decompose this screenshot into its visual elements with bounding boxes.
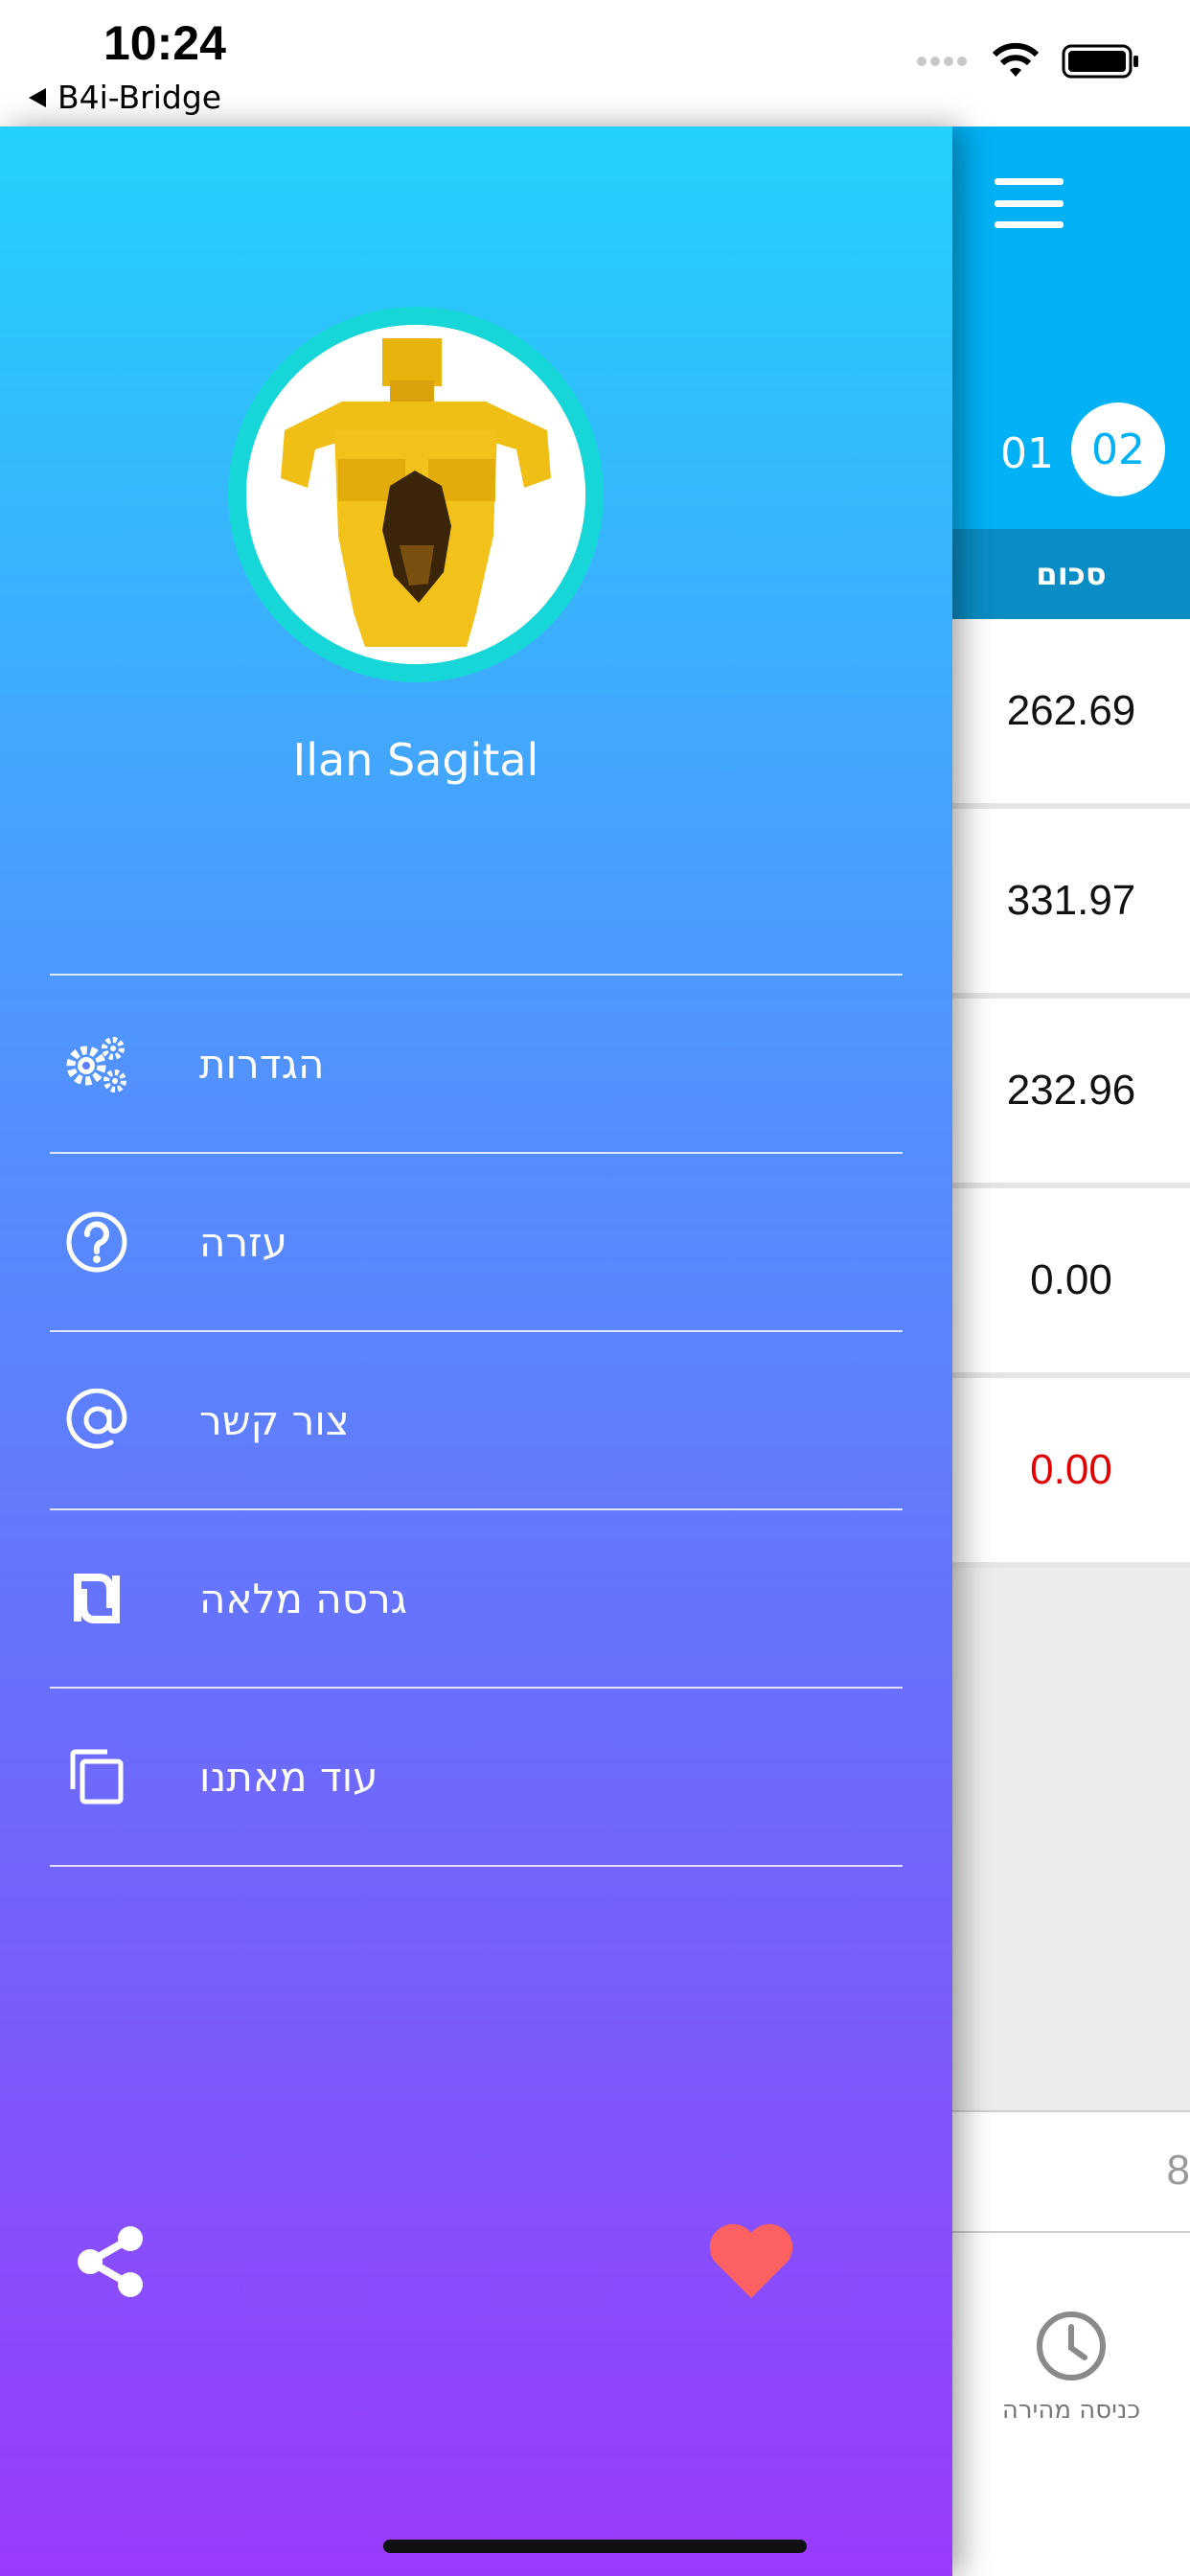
- avatar-ring: [228, 307, 604, 682]
- share-button[interactable]: [73, 2223, 149, 2300]
- at-sign-icon: [63, 1387, 130, 1454]
- clock-icon: [1037, 2312, 1106, 2380]
- month-tab-02-selected[interactable]: 02: [1071, 402, 1165, 496]
- list-item[interactable]: 0.00: [952, 1188, 1190, 1378]
- settings-gears-icon: [63, 1030, 130, 1097]
- back-to-app-link[interactable]: B4i-Bridge: [29, 79, 221, 116]
- amount-column-header: סכום: [952, 529, 1190, 619]
- share-icon: [78, 2226, 143, 2297]
- bottom-tab-bar: כניסה מהירה: [952, 2233, 1190, 2576]
- main-screen: 01 02 סכום 262.69 331.97 232.96 0.00 0.0…: [952, 126, 1190, 2576]
- list-item[interactable]: 331.97: [952, 809, 1190, 999]
- wifi-icon: [992, 42, 1040, 77]
- menu-item-contact[interactable]: צור קשר: [50, 1332, 903, 1510]
- menu-item-label: הגדרות: [199, 1040, 325, 1088]
- list-item[interactable]: 262.69: [952, 619, 1190, 809]
- hamburger-menu-icon[interactable]: [995, 178, 1064, 228]
- menu-item-settings[interactable]: הגדרות: [50, 976, 903, 1154]
- back-arrow-icon: [29, 87, 46, 107]
- list-item-total[interactable]: 0.00: [952, 1378, 1190, 1568]
- quick-entry-button[interactable]: כניסה מהירה: [952, 2310, 1190, 2425]
- menu-item-label: גרסה מלאה: [199, 1575, 407, 1622]
- amount-input-text: 8: [1166, 2147, 1190, 2194]
- menu-item-label: עזרה: [199, 1218, 287, 1266]
- side-drawer: Ilan Sagital הגדרות עזרה צור קשר גרסה מל…: [0, 126, 952, 2576]
- status-time: 10:24: [103, 16, 226, 70]
- status-icons: [916, 42, 1190, 80]
- copy-apps-icon: [63, 1743, 130, 1810]
- shekel-icon: [63, 1565, 130, 1632]
- amount-input[interactable]: 8: [952, 2110, 1190, 2233]
- avatar-image: [246, 325, 585, 664]
- home-indicator[interactable]: [383, 2540, 807, 2553]
- menu-item-help[interactable]: עזרה: [50, 1154, 903, 1332]
- user-name: Ilan Sagital: [292, 734, 539, 786]
- heart-icon: [709, 2223, 793, 2298]
- main-header: 01 02: [952, 126, 1190, 529]
- avatar[interactable]: [246, 325, 585, 664]
- signal-dots-icon: [917, 57, 967, 66]
- status-bar: 10:24 B4i-Bridge: [0, 0, 1190, 126]
- menu-item-label: עוד מאתנו: [199, 1753, 378, 1801]
- menu-item-more-apps[interactable]: עוד מאתנו: [50, 1689, 903, 1867]
- help-icon: [63, 1208, 130, 1276]
- back-app-label: B4i-Bridge: [57, 79, 222, 116]
- month-tab-01[interactable]: 01: [1000, 429, 1054, 478]
- drawer-menu: הגדרות עזרה צור קשר גרסה מלאה עוד מאתנו: [50, 974, 903, 1867]
- favorite-button[interactable]: [705, 2221, 797, 2302]
- menu-item-label: צור קשר: [199, 1396, 350, 1444]
- amounts-list: 262.69 331.97 232.96 0.00 0.00: [952, 619, 1190, 1568]
- menu-item-full-version[interactable]: גרסה מלאה: [50, 1510, 903, 1689]
- battery-icon: [1062, 44, 1138, 79]
- list-item[interactable]: 232.96: [952, 999, 1190, 1188]
- quick-entry-label: כניסה מהירה: [1001, 2396, 1141, 2425]
